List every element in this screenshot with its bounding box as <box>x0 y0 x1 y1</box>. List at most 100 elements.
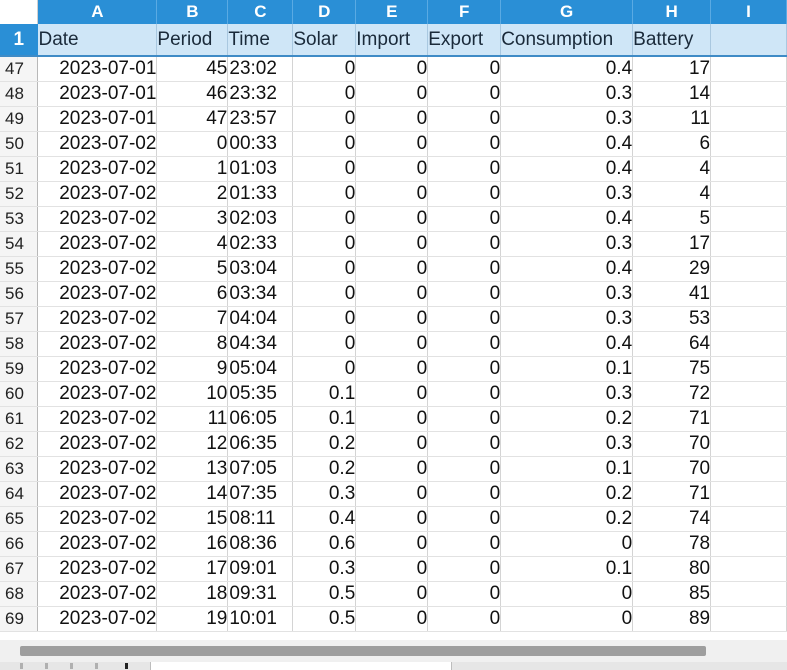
cell-export[interactable]: 0 <box>427 406 502 432</box>
cell-solar[interactable]: 0.3 <box>292 556 357 582</box>
cell-import[interactable]: 0 <box>355 131 429 157</box>
cell-date[interactable]: 2023-07-02 <box>37 356 158 382</box>
cell-date[interactable]: 2023-07-01 <box>37 81 158 107</box>
cell-import[interactable]: 0 <box>355 531 429 557</box>
cell-solar[interactable]: 0 <box>292 206 357 232</box>
cell-battery[interactable]: 89 <box>632 606 712 632</box>
cell-period[interactable]: 2 <box>156 181 229 207</box>
cell-period[interactable]: 16 <box>156 531 229 557</box>
row-number[interactable]: 65 <box>0 506 39 532</box>
cell-solar[interactable]: 0 <box>292 231 357 257</box>
cell-period[interactable]: 1 <box>156 156 229 182</box>
cell-date[interactable]: 2023-07-02 <box>37 256 158 282</box>
cell-empty[interactable] <box>710 106 787 132</box>
header-cell-consumption[interactable]: Consumption <box>500 24 634 57</box>
cell-export[interactable]: 0 <box>427 106 502 132</box>
row-number[interactable]: 55 <box>0 256 39 282</box>
cell-consumption[interactable]: 0.3 <box>500 81 634 107</box>
cell-time[interactable]: 03:34 <box>227 281 294 307</box>
cell-import[interactable]: 0 <box>355 206 429 232</box>
cell-period[interactable]: 13 <box>156 456 229 482</box>
cell-period[interactable]: 6 <box>156 281 229 307</box>
cell-date[interactable]: 2023-07-02 <box>37 456 158 482</box>
cell-period[interactable]: 5 <box>156 256 229 282</box>
column-header-b[interactable]: B <box>156 0 229 24</box>
cell-date[interactable]: 2023-07-02 <box>37 606 158 632</box>
cell-battery[interactable]: 72 <box>632 381 712 407</box>
cell-solar[interactable]: 0 <box>292 356 357 382</box>
cell-solar[interactable]: 0.1 <box>292 381 357 407</box>
cell-period[interactable]: 11 <box>156 406 229 432</box>
cell-export[interactable]: 0 <box>427 556 502 582</box>
cell-time[interactable]: 06:05 <box>227 406 294 432</box>
row-number[interactable]: 57 <box>0 306 39 332</box>
cell-consumption[interactable]: 0.3 <box>500 231 634 257</box>
cell-import[interactable]: 0 <box>355 581 429 607</box>
cell-export[interactable]: 0 <box>427 306 502 332</box>
cell-battery[interactable]: 75 <box>632 356 712 382</box>
cell-period[interactable]: 3 <box>156 206 229 232</box>
row-number[interactable]: 53 <box>0 206 39 232</box>
cell-import[interactable]: 0 <box>355 481 429 507</box>
cell-export[interactable]: 0 <box>427 506 502 532</box>
previous-sheet-icon[interactable] <box>45 663 48 669</box>
cell-consumption[interactable]: 0.3 <box>500 381 634 407</box>
cell-time[interactable]: 01:03 <box>227 156 294 182</box>
cell-solar[interactable]: 0 <box>292 331 357 357</box>
cell-time[interactable]: 05:04 <box>227 356 294 382</box>
cell-time[interactable]: 07:05 <box>227 456 294 482</box>
cell-import[interactable]: 0 <box>355 331 429 357</box>
cell-date[interactable]: 2023-07-02 <box>37 231 158 257</box>
cell-battery[interactable]: 4 <box>632 156 712 182</box>
cell-period[interactable]: 0 <box>156 131 229 157</box>
first-sheet-icon[interactable] <box>20 663 23 669</box>
cell-date[interactable]: 2023-07-02 <box>37 306 158 332</box>
cell-battery[interactable]: 74 <box>632 506 712 532</box>
row-number[interactable]: 59 <box>0 356 39 382</box>
cell-import[interactable]: 0 <box>355 81 429 107</box>
cell-solar[interactable]: 0 <box>292 56 357 82</box>
cell-empty[interactable] <box>710 331 787 357</box>
cell-solar[interactable]: 0 <box>292 81 357 107</box>
cell-import[interactable]: 0 <box>355 156 429 182</box>
row-number[interactable]: 64 <box>0 481 39 507</box>
sheet-tab[interactable] <box>150 662 452 670</box>
cell-solar[interactable]: 0.5 <box>292 606 357 632</box>
cell-battery[interactable]: 11 <box>632 106 712 132</box>
cell-time[interactable]: 04:34 <box>227 331 294 357</box>
cell-import[interactable]: 0 <box>355 306 429 332</box>
cell-time[interactable]: 01:33 <box>227 181 294 207</box>
cell-date[interactable]: 2023-07-02 <box>37 281 158 307</box>
cell-solar[interactable]: 0.1 <box>292 406 357 432</box>
row-number[interactable]: 58 <box>0 331 39 357</box>
cell-battery[interactable]: 41 <box>632 281 712 307</box>
cell-consumption[interactable]: 0.4 <box>500 256 634 282</box>
cell-import[interactable]: 0 <box>355 106 429 132</box>
cell-solar[interactable]: 0.6 <box>292 531 357 557</box>
row-number[interactable]: 56 <box>0 281 39 307</box>
cell-period[interactable]: 12 <box>156 431 229 457</box>
cell-date[interactable]: 2023-07-02 <box>37 156 158 182</box>
cell-empty[interactable] <box>710 581 787 607</box>
cell-time[interactable]: 03:04 <box>227 256 294 282</box>
cell-period[interactable]: 7 <box>156 306 229 332</box>
row-number[interactable]: 50 <box>0 131 39 157</box>
cell-export[interactable]: 0 <box>427 231 502 257</box>
cell-solar[interactable]: 0.3 <box>292 481 357 507</box>
cell-date[interactable]: 2023-07-02 <box>37 481 158 507</box>
cell-period[interactable]: 17 <box>156 556 229 582</box>
cell-time[interactable]: 08:11 <box>227 506 294 532</box>
cell-time[interactable]: 07:35 <box>227 481 294 507</box>
cell-time[interactable]: 09:31 <box>227 581 294 607</box>
cell-date[interactable]: 2023-07-02 <box>37 431 158 457</box>
cell-empty[interactable] <box>710 81 787 107</box>
cell-date[interactable]: 2023-07-02 <box>37 331 158 357</box>
cell-empty[interactable] <box>710 531 787 557</box>
add-sheet-icon[interactable] <box>125 663 128 669</box>
cell-import[interactable]: 0 <box>355 356 429 382</box>
cell-battery[interactable]: 64 <box>632 331 712 357</box>
cell-consumption[interactable]: 0.1 <box>500 456 634 482</box>
cell-battery[interactable]: 70 <box>632 431 712 457</box>
row-number[interactable]: 62 <box>0 431 39 457</box>
cell-date[interactable]: 2023-07-02 <box>37 381 158 407</box>
